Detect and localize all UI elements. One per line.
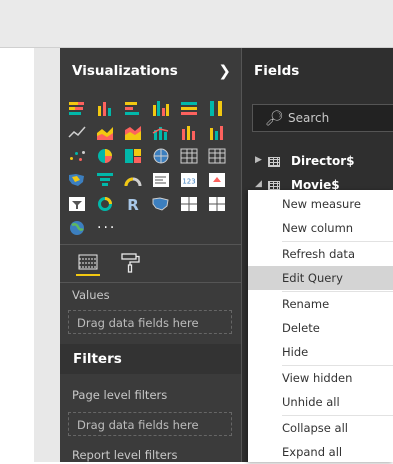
report-canvas[interactable] <box>0 48 34 462</box>
table-name: Director$ <box>291 154 355 168</box>
table-icon <box>268 157 280 167</box>
kpi-icon[interactable] <box>208 172 226 188</box>
fields-title: Fields <box>254 63 300 79</box>
search-placeholder: Search <box>288 111 330 125</box>
svg-text:123: 123 <box>182 178 195 186</box>
globe-visual-icon[interactable] <box>68 220 86 236</box>
clustered-bar-chart-icon[interactable] <box>124 100 142 116</box>
matrix-visual-icon[interactable] <box>208 148 226 164</box>
menu-item-collapse-all[interactable]: Collapse all <box>248 416 393 440</box>
menu-item-label: Delete <box>282 321 320 335</box>
filled-map-icon[interactable] <box>68 172 86 188</box>
menu-item-rename[interactable]: Rename <box>248 292 393 316</box>
top-ribbon <box>0 0 393 48</box>
collapse-chevron-icon[interactable]: ❯ <box>218 62 231 80</box>
separator <box>60 282 241 283</box>
card-123-icon[interactable]: 123 <box>180 172 198 188</box>
stacked-area-chart-icon[interactable] <box>124 124 142 140</box>
treemap-icon[interactable] <box>124 148 142 164</box>
shape-map-icon[interactable] <box>152 196 170 212</box>
table-visual-icon[interactable] <box>180 148 198 164</box>
stacked-column-chart-icon[interactable] <box>96 100 114 116</box>
funnel-chart-icon[interactable] <box>96 172 114 188</box>
menu-item-hide[interactable]: Hide <box>248 340 393 364</box>
visualizations-pane: Visualizations ❯ 123 R ··· Values Drag d… <box>60 48 241 462</box>
menu-item-refresh-data[interactable]: Refresh data <box>248 242 393 266</box>
pane-divider <box>34 48 60 462</box>
menu-item-label: Hide <box>282 345 309 359</box>
100-stacked-bar-chart-icon[interactable] <box>180 100 198 116</box>
menu-item-label: View hidden <box>282 371 353 385</box>
values-well-label: Values <box>72 288 110 302</box>
slicer-icon[interactable] <box>68 196 86 212</box>
table-grid-icon[interactable] <box>180 196 198 212</box>
multi-row-card-icon[interactable] <box>152 172 170 188</box>
fields-tab-icon[interactable] <box>76 252 100 276</box>
menu-item-label: Edit Query <box>282 271 343 285</box>
menu-item-expand-all[interactable]: Expand all <box>248 440 393 464</box>
search-icon: 🔍︎ <box>265 109 285 127</box>
ribbon-chart-icon[interactable] <box>208 124 226 140</box>
menu-item-label: Expand all <box>282 445 343 459</box>
scatter-chart-icon[interactable] <box>68 148 86 164</box>
collapse-arrow-icon[interactable]: ◢ <box>255 179 262 189</box>
gauge-icon[interactable] <box>124 172 142 188</box>
filters-title: Filters <box>73 351 122 367</box>
map-icon[interactable] <box>152 148 170 164</box>
line-chart-icon[interactable] <box>68 124 86 140</box>
r-script-visual-icon[interactable]: R <box>124 196 142 214</box>
field-context-menu: New measure New column Refresh data Edit… <box>248 190 393 462</box>
values-drop-zone[interactable]: Drag data fields here <box>68 310 232 334</box>
line-and-column-chart-icon[interactable] <box>152 124 170 140</box>
menu-item-new-column[interactable]: New column <box>248 216 393 240</box>
clustered-column-chart-icon[interactable] <box>152 100 170 116</box>
donut-chart-icon[interactable] <box>96 196 114 212</box>
menu-item-new-measure[interactable]: New measure <box>248 192 393 216</box>
pie-chart-icon[interactable] <box>96 148 114 164</box>
menu-item-label: Refresh data <box>282 247 355 261</box>
menu-item-view-hidden[interactable]: View hidden <box>248 366 393 390</box>
line-and-stacked-column-chart-icon[interactable] <box>180 124 198 140</box>
custom-visual-grid-icon[interactable] <box>208 196 226 212</box>
svg-text:R: R <box>127 196 139 212</box>
expand-arrow-icon[interactable]: ▶ <box>255 155 262 165</box>
menu-item-edit-query[interactable]: Edit Query <box>248 266 393 290</box>
report-level-filters-label: Report level filters <box>72 448 178 462</box>
visualizations-title: Visualizations <box>72 63 178 79</box>
page-filters-drop-zone[interactable]: Drag data fields here <box>68 412 232 436</box>
menu-item-delete[interactable]: Delete <box>248 316 393 340</box>
menu-item-label: New column <box>282 221 354 235</box>
separator <box>60 244 241 245</box>
menu-item-label: Unhide all <box>282 395 340 409</box>
more-visuals-icon[interactable]: ··· <box>97 220 116 236</box>
page-level-filters-label: Page level filters <box>72 388 168 402</box>
stacked-bar-chart-icon[interactable] <box>68 100 86 116</box>
format-paint-roller-icon[interactable] <box>118 252 142 274</box>
field-table-director[interactable]: ▶ Director$ <box>252 153 392 173</box>
menu-item-label: New measure <box>282 197 361 211</box>
menu-item-label: Collapse all <box>282 421 348 435</box>
menu-item-label: Rename <box>282 297 330 311</box>
viz-tabs <box>60 246 241 282</box>
menu-item-unhide-all[interactable]: Unhide all <box>248 390 393 414</box>
area-chart-icon[interactable] <box>96 124 114 140</box>
fields-search-input[interactable]: 🔍︎ Search <box>252 104 393 132</box>
100-stacked-column-chart-icon[interactable] <box>208 100 226 116</box>
